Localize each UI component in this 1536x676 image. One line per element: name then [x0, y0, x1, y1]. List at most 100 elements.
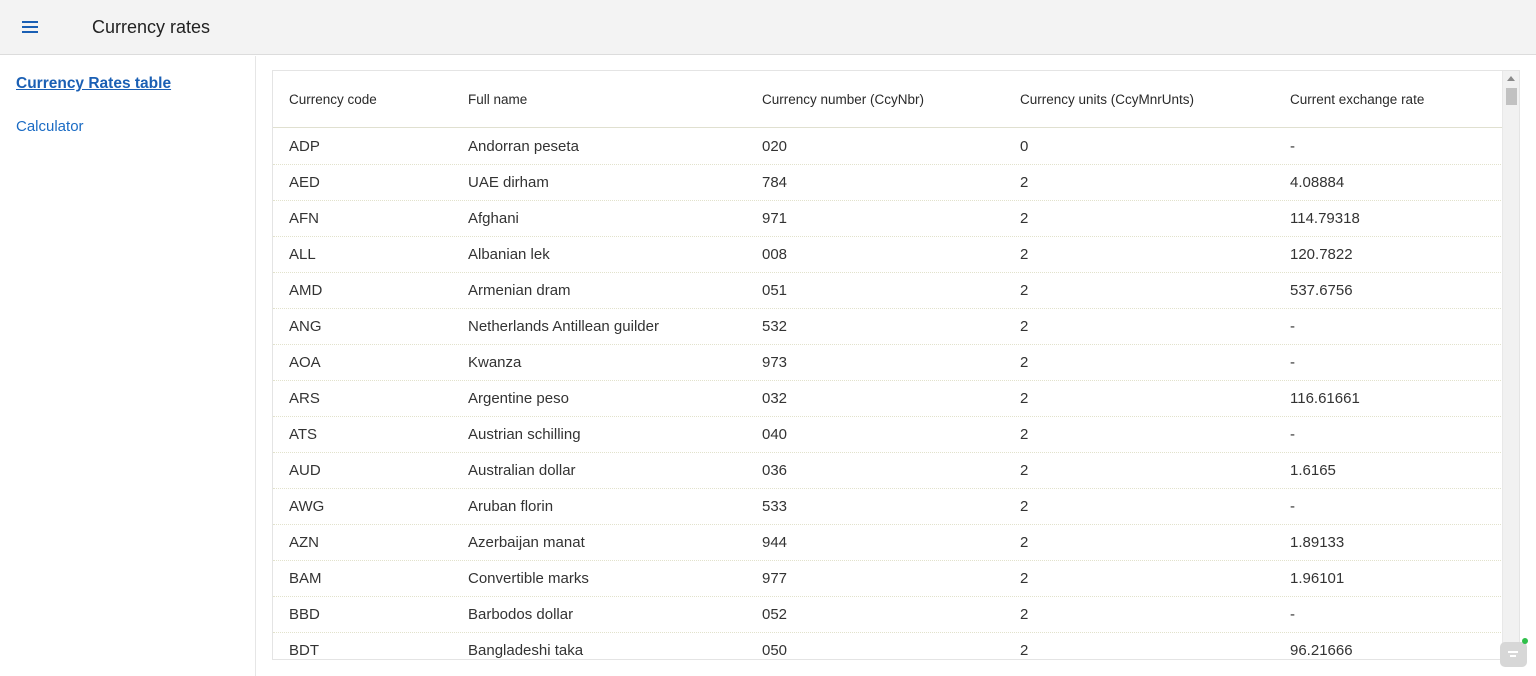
cell-currency-units: 2: [1020, 390, 1029, 407]
sidebar-item-currency-rates-table[interactable]: Currency Rates table: [16, 75, 171, 93]
cell-currency-number: 040: [762, 426, 788, 443]
currency-rates-table: Currency code Full name Currency number …: [272, 70, 1520, 660]
table-row[interactable]: ATS Austrian schilling 040 2 -: [273, 417, 1503, 453]
cell-currency-code: BAM: [289, 570, 322, 587]
top-app-bar: Currency rates: [0, 0, 1536, 55]
table-row[interactable]: ALL Albanian lek 008 2 120.7822: [273, 237, 1503, 273]
column-header-currency-units[interactable]: Currency units (CcyMnrUnts): [1020, 92, 1194, 107]
cell-exchange-rate: -: [1290, 318, 1295, 335]
column-header-exchange-rate[interactable]: Current exchange rate: [1290, 92, 1424, 107]
cell-full-name: Argentine peso: [468, 390, 569, 407]
column-header-currency-code[interactable]: Currency code: [289, 92, 377, 107]
cell-currency-code: AOA: [289, 354, 321, 371]
cell-currency-number: 020: [762, 138, 788, 155]
cell-full-name: Australian dollar: [468, 462, 576, 479]
cell-currency-units: 2: [1020, 210, 1029, 227]
cell-currency-number: 032: [762, 390, 788, 407]
cell-currency-units: 0: [1020, 138, 1029, 155]
cell-full-name: Andorran peseta: [468, 138, 579, 155]
cell-currency-number: 973: [762, 354, 788, 371]
cell-currency-units: 2: [1020, 282, 1029, 299]
table-body: Currency code Full name Currency number …: [273, 71, 1503, 659]
table-row[interactable]: ARS Argentine peso 032 2 116.61661: [273, 381, 1503, 417]
chevron-down-icon: [1508, 651, 1518, 653]
table-row[interactable]: AED UAE dirham 784 2 4.08884: [273, 165, 1503, 201]
cell-currency-code: AWG: [289, 498, 325, 515]
column-header-currency-number[interactable]: Currency number (CcyNbr): [762, 92, 924, 107]
cell-exchange-rate: 4.08884: [1290, 174, 1345, 191]
cell-full-name: Aruban florin: [468, 498, 554, 515]
table-row[interactable]: AWG Aruban florin 533 2 -: [273, 489, 1503, 525]
cell-exchange-rate: -: [1290, 426, 1295, 443]
cell-currency-number: 050: [762, 642, 788, 659]
sidebar-item-calculator[interactable]: Calculator: [16, 118, 84, 135]
cell-currency-number: 051: [762, 282, 788, 299]
floating-action-button[interactable]: [1500, 642, 1527, 667]
cell-currency-units: 2: [1020, 174, 1029, 191]
cell-currency-code: ARS: [289, 390, 320, 407]
cell-currency-units: 2: [1020, 354, 1029, 371]
cell-exchange-rate: -: [1290, 138, 1295, 155]
table-row[interactable]: AOA Kwanza 973 2 -: [273, 345, 1503, 381]
table-row[interactable]: ANG Netherlands Antillean guilder 532 2 -: [273, 309, 1503, 345]
cell-currency-number: 977: [762, 570, 788, 587]
cell-currency-units: 2: [1020, 642, 1029, 659]
cell-full-name: Afghani: [468, 210, 519, 227]
cell-currency-units: 2: [1020, 462, 1029, 479]
cell-exchange-rate: 1.6165: [1290, 462, 1336, 479]
cell-currency-number: 532: [762, 318, 788, 335]
table-scrollbar[interactable]: [1502, 71, 1519, 659]
cell-full-name: UAE dirham: [468, 174, 549, 191]
cell-currency-number: 944: [762, 534, 788, 551]
cell-full-name: Netherlands Antillean guilder: [468, 318, 659, 335]
cell-currency-code: AMD: [289, 282, 323, 299]
cell-exchange-rate: 1.96101: [1290, 570, 1345, 587]
table-row[interactable]: BAM Convertible marks 977 2 1.96101: [273, 561, 1503, 597]
table-row[interactable]: AFN Afghani 971 2 114.79318: [273, 201, 1503, 237]
cell-exchange-rate: 537.6756: [1290, 282, 1353, 299]
cell-currency-code: BBD: [289, 606, 320, 623]
cell-currency-code: ALL: [289, 246, 316, 263]
cell-exchange-rate: 114.79318: [1290, 210, 1360, 227]
scroll-up-arrow-icon[interactable]: [1507, 76, 1515, 81]
table-row[interactable]: AZN Azerbaijan manat 944 2 1.89133: [273, 525, 1503, 561]
table-row[interactable]: BDT Bangladeshi taka 050 2 96.21666: [273, 633, 1503, 659]
cell-full-name: Convertible marks: [468, 570, 589, 587]
cell-currency-code: AZN: [289, 534, 319, 551]
cell-currency-units: 2: [1020, 606, 1029, 623]
cell-full-name: Kwanza: [468, 354, 522, 371]
cell-currency-code: AUD: [289, 462, 321, 479]
cell-currency-code: ANG: [289, 318, 322, 335]
table-header-row: Currency code Full name Currency number …: [273, 71, 1503, 128]
cell-currency-code: ADP: [289, 138, 320, 155]
cell-currency-code: AFN: [289, 210, 319, 227]
cell-currency-units: 2: [1020, 570, 1029, 587]
table-row[interactable]: BBD Barbodos dollar 052 2 -: [273, 597, 1503, 633]
hamburger-menu-icon[interactable]: [18, 16, 42, 38]
table-row[interactable]: AMD Armenian dram 051 2 537.6756: [273, 273, 1503, 309]
cell-currency-number: 533: [762, 498, 788, 515]
cell-full-name: Albanian lek: [468, 246, 550, 263]
cell-full-name: Barbodos dollar: [468, 606, 574, 623]
cell-exchange-rate: -: [1290, 498, 1295, 515]
cell-exchange-rate: 116.61661: [1290, 390, 1360, 407]
cell-full-name: Bangladeshi taka: [468, 642, 584, 659]
table-row[interactable]: AUD Australian dollar 036 2 1.6165: [273, 453, 1503, 489]
page-title: Currency rates: [92, 17, 211, 37]
cell-currency-code: ATS: [289, 426, 318, 443]
cell-exchange-rate: 120.7822: [1290, 246, 1353, 263]
cell-exchange-rate: 1.89133: [1290, 534, 1345, 551]
sidebar: Currency Rates table Calculator: [0, 56, 256, 676]
cell-currency-number: 036: [762, 462, 788, 479]
cell-exchange-rate: -: [1290, 606, 1295, 623]
cell-currency-number: 971: [762, 210, 788, 227]
column-header-full-name[interactable]: Full name: [468, 92, 527, 107]
cell-currency-code: BDT: [289, 642, 319, 659]
cell-currency-units: 2: [1020, 534, 1029, 551]
scrollbar-thumb[interactable]: [1506, 88, 1517, 105]
cell-currency-code: AED: [289, 174, 320, 191]
cell-full-name: Azerbaijan manat: [468, 534, 585, 551]
table-row[interactable]: ADP Andorran peseta 020 0 -: [273, 129, 1503, 165]
status-indicator-dot: [1522, 638, 1528, 644]
cell-full-name: Austrian schilling: [468, 426, 581, 443]
